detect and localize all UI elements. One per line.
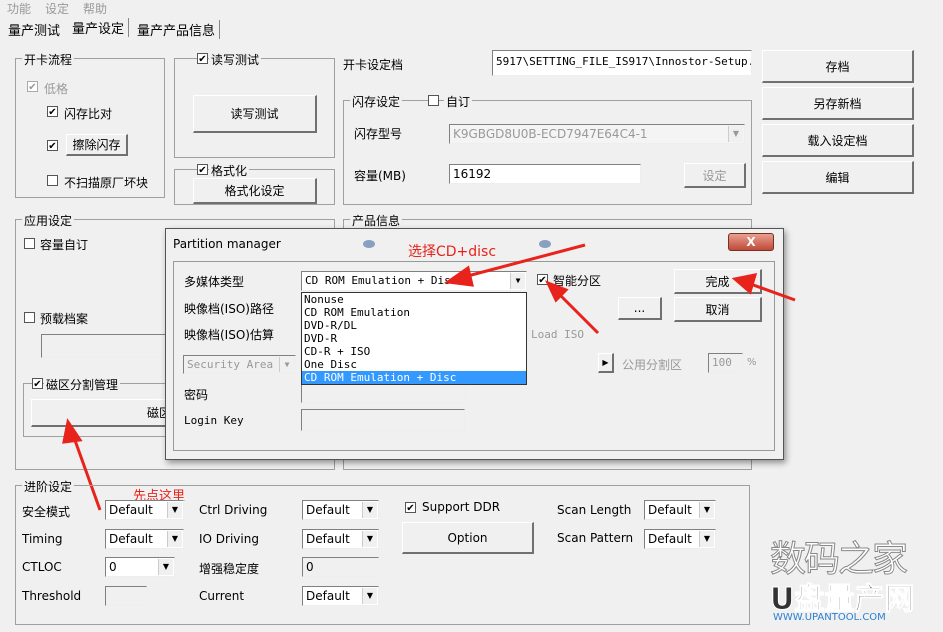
- chevron-down-icon: ▼: [167, 502, 182, 518]
- scan-pattern-select[interactable]: Default ▼: [644, 529, 716, 549]
- adv-select[interactable]: Default ▼: [105, 529, 184, 549]
- scan-length-value: Default: [648, 503, 692, 517]
- chevron-down-icon: ▼: [362, 531, 377, 547]
- adv-label: Ctrl Driving: [199, 503, 268, 517]
- option-button[interactable]: Option: [402, 522, 534, 554]
- chevron-down-icon: ▼: [158, 559, 173, 575]
- adv-select[interactable]: 0: [302, 557, 379, 577]
- adv-select[interactable]: Default ▼: [105, 500, 184, 520]
- chevron-down-icon: ▼: [699, 531, 714, 547]
- scan-pattern-value: Default: [648, 532, 692, 546]
- adv-label: Threshold: [22, 589, 82, 603]
- adv-label: 安全模式: [22, 505, 71, 519]
- adv-select-value: Default: [306, 589, 350, 603]
- arrowhead: [731, 273, 758, 295]
- arrow-to-media-select: [459, 243, 586, 280]
- scan-length-label: Scan Length: [557, 503, 632, 517]
- adv-select[interactable]: Default ▼: [302, 586, 379, 606]
- adv-label: IO Driving: [199, 532, 259, 546]
- adv-select[interactable]: 0 ▼: [105, 557, 175, 577]
- scan-length-select[interactable]: Default ▼: [644, 500, 716, 520]
- chevron-down-icon: ▼: [362, 502, 377, 518]
- adv-label: Current: [199, 589, 245, 603]
- adv-select-value: Default: [109, 503, 153, 517]
- adv-select-value: Default: [306, 532, 350, 546]
- scan-pattern-label: Scan Pattern: [557, 531, 634, 545]
- adv-select[interactable]: Default ▼: [302, 500, 379, 520]
- watermark-url: WWW.UPANTOOL.COM: [773, 612, 886, 623]
- group-title: 进阶设定: [22, 478, 75, 495]
- adv-select[interactable]: Default ▼: [302, 529, 379, 549]
- chevron-down-icon: ▼: [167, 531, 182, 547]
- arrowhead: [62, 418, 83, 444]
- chevron-down-icon: ▼: [699, 502, 714, 518]
- adv-select-value: 0: [109, 560, 117, 574]
- decorative-dot: [539, 240, 551, 248]
- adv-select-value: Default: [306, 503, 350, 517]
- support-ddr-label: Support DDR: [422, 500, 501, 514]
- chevron-down-icon: ▼: [362, 588, 377, 604]
- adv-label: 增强稳定度: [199, 562, 260, 576]
- adv-select-value: Default: [109, 532, 153, 546]
- support-ddr-checkbox[interactable]: ✔: [405, 502, 416, 514]
- adv-label: Timing: [22, 532, 63, 546]
- arrowhead: [443, 265, 474, 287]
- advanced-settings-group: 进阶设定 安全模式 Default ▼ Ctrl Driving Default ▼ Tim…: [15, 478, 750, 625]
- decorative-dot: [363, 240, 375, 248]
- adv-label: CTLOC: [22, 560, 62, 574]
- adv-select[interactable]: [105, 586, 147, 606]
